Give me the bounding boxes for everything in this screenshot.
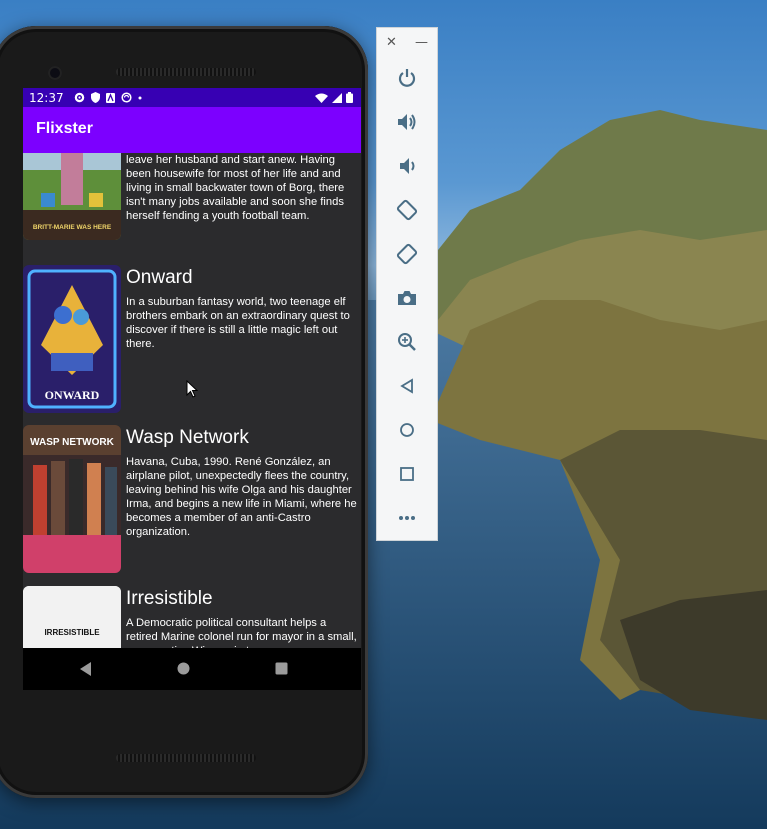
bottom-speaker	[116, 754, 256, 762]
zoom-icon	[398, 333, 416, 351]
more-button[interactable]	[377, 496, 437, 540]
rotate-left-button[interactable]	[377, 188, 437, 232]
back-icon[interactable]	[80, 662, 92, 676]
battery-icon	[346, 92, 353, 103]
back-button[interactable]	[377, 364, 437, 408]
movie-poster: ONWARD	[23, 265, 121, 413]
overview-icon	[400, 467, 414, 481]
minimize-icon[interactable]: —	[415, 35, 428, 50]
poster-caption: ONWARD	[45, 388, 100, 402]
movie-overview: In a suburban fantasy world, two teenage…	[126, 296, 350, 350]
rotate-right-button[interactable]	[377, 232, 437, 276]
movie-poster: BRITT-MARIE WAS HERE	[23, 153, 121, 240]
mouse-cursor-icon	[186, 380, 198, 398]
power-button[interactable]	[377, 56, 437, 100]
home-button[interactable]	[377, 408, 437, 452]
shield-icon	[90, 92, 100, 103]
movie-title: Wasp Network	[126, 427, 249, 448]
close-icon[interactable]: ✕	[386, 35, 397, 50]
back-icon	[400, 378, 413, 394]
status-bar: 12:37	[23, 88, 361, 107]
screenshot-button[interactable]	[377, 276, 437, 320]
movie-overview: Havana, Cuba, 1990. René González, an ai…	[126, 456, 357, 538]
movie-title: Irresistible	[126, 588, 213, 609]
recents-icon[interactable]	[275, 662, 288, 675]
poster-caption: IRRESISTIBLE	[44, 628, 100, 637]
emulator-toolbar: ✕ —	[376, 27, 438, 541]
list-item[interactable]: ONWARD Onward In a suburban fantasy worl…	[23, 265, 361, 425]
camera-icon	[398, 291, 416, 305]
zoom-button[interactable]	[377, 320, 437, 364]
volume-up-button[interactable]	[377, 100, 437, 144]
app-title: Flixster	[36, 120, 93, 137]
movie-list[interactable]: BRITT-MARIE WAS HERE leave her husband a…	[23, 153, 361, 648]
poster-caption: WASP NETWORK	[30, 437, 114, 448]
movie-poster: IRRESISTIBLE	[23, 586, 121, 648]
movie-overview: A Democratic political consultant helps …	[126, 617, 357, 648]
font-icon	[105, 92, 115, 103]
app-bar: Flixster	[23, 107, 361, 153]
rotate-left-icon	[396, 199, 418, 221]
home-icon[interactable]	[177, 662, 190, 675]
list-item[interactable]: WASP NETWORK Wasp Network Havana, Cuba, …	[23, 425, 361, 585]
movie-poster: WASP NETWORK	[23, 425, 121, 573]
movie-overview: leave her husband and start anew. Having…	[126, 154, 345, 222]
volume-up-icon	[398, 114, 416, 130]
rotate-right-icon	[396, 243, 418, 265]
overview-button[interactable]	[377, 452, 437, 496]
wifi-icon	[315, 93, 328, 103]
more-icon	[399, 516, 415, 520]
front-camera	[48, 66, 62, 80]
list-item[interactable]: BRITT-MARIE WAS HERE leave her husband a…	[23, 153, 361, 245]
poster-caption: BRITT-MARIE WAS HERE	[33, 224, 112, 231]
sync-icon	[121, 92, 132, 103]
power-icon	[398, 69, 416, 87]
home-icon	[400, 423, 414, 437]
settings-icon	[74, 92, 84, 103]
signal-icon	[332, 92, 342, 103]
movie-title: Onward	[126, 267, 193, 288]
volume-down-button[interactable]	[377, 144, 437, 188]
list-item[interactable]: IRRESISTIBLE Irresistible A Democratic p…	[23, 586, 361, 648]
volume-down-icon	[400, 158, 415, 174]
phone-screen: 12:37 Flixster BRITT-MARIE WAS HERE leav…	[23, 88, 361, 648]
top-speaker	[116, 68, 256, 76]
notification-dot-icon	[138, 96, 142, 99]
status-time: 12:37	[29, 90, 64, 105]
navigation-bar	[23, 648, 361, 690]
